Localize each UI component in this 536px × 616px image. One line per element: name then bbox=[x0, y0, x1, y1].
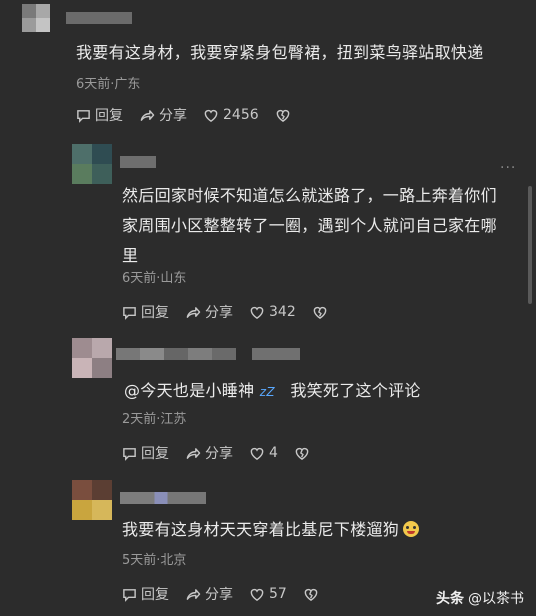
broken-heart-icon bbox=[276, 109, 289, 122]
like-button[interactable]: 57 bbox=[249, 586, 287, 602]
comment-text-body: 我要有这身材天天穿着比基尼下楼遛狗 bbox=[122, 520, 400, 539]
comment-text: 我要有这身材，我要穿紧身包臀裙，扭到菜鸟驿站取快递 bbox=[76, 43, 484, 62]
reply-icon bbox=[123, 306, 136, 320]
comment-actions: 回复 分享 342 bbox=[122, 302, 348, 322]
reply-icon bbox=[123, 588, 136, 602]
username-blurred[interactable] bbox=[66, 12, 132, 24]
like-count: 4 bbox=[269, 445, 278, 461]
share-icon bbox=[140, 109, 155, 121]
username-blurred-tag bbox=[252, 348, 300, 360]
heart-icon bbox=[250, 306, 264, 319]
share-label: 分享 bbox=[205, 587, 233, 603]
comment-text: 我要有这身材天天穿着比基尼下楼遛狗 bbox=[122, 517, 420, 543]
like-count: 57 bbox=[269, 586, 287, 602]
share-icon bbox=[186, 588, 201, 600]
share-button[interactable]: 分享 bbox=[185, 443, 233, 463]
comment-text: @今天也是小睡神 zZ 我笑死了这个评论 bbox=[124, 378, 421, 405]
username-blurred[interactable] bbox=[120, 492, 206, 504]
like-count: 342 bbox=[269, 304, 296, 320]
like-button[interactable]: 2456 bbox=[203, 107, 259, 123]
comment-text-line: 里 bbox=[122, 246, 139, 265]
broken-heart-icon bbox=[304, 588, 318, 601]
more-options-button[interactable]: ··· bbox=[500, 160, 516, 176]
share-label: 分享 bbox=[159, 108, 187, 124]
avatar[interactable] bbox=[72, 338, 112, 378]
share-button[interactable]: 分享 bbox=[185, 302, 233, 322]
like-button[interactable]: 4 bbox=[249, 445, 278, 461]
dislike-button[interactable] bbox=[303, 587, 323, 602]
heart-icon bbox=[204, 109, 218, 122]
share-icon bbox=[186, 447, 201, 459]
reply-button[interactable]: 回复 bbox=[122, 584, 169, 604]
comment-text-body: 我笑死了这个评论 bbox=[290, 381, 421, 400]
comment-text-line: 家周围小区整整转了一圈，遇到个人就问自己家在哪 bbox=[122, 216, 497, 235]
like-count: 2456 bbox=[223, 107, 259, 123]
comment-text-line: 然后回家时候不知道怎么就迷路了，一路上奔着你们 bbox=[122, 186, 497, 205]
reply-button[interactable]: 回复 bbox=[122, 302, 169, 322]
share-label: 分享 bbox=[205, 305, 233, 321]
comment-meta: 6天前·山东 bbox=[122, 271, 187, 286]
watermark: 头条 @以茶书 bbox=[436, 588, 524, 608]
share-icon bbox=[186, 306, 201, 318]
share-button[interactable]: 分享 bbox=[139, 105, 187, 125]
comment-actions: 回复 分享 2456 bbox=[76, 105, 311, 125]
reply-icon bbox=[123, 447, 136, 461]
reply-button[interactable]: 回复 bbox=[76, 105, 123, 125]
broken-heart-icon bbox=[313, 306, 327, 319]
toutiao-logo: 头条 bbox=[436, 591, 464, 607]
reply-button[interactable]: 回复 bbox=[122, 443, 169, 463]
avatar[interactable] bbox=[72, 144, 112, 184]
avatar[interactable] bbox=[22, 4, 62, 38]
watermark-account: @以茶书 bbox=[468, 591, 524, 607]
comment-meta: 6天前·广东 bbox=[76, 77, 141, 92]
comment-text: 然后回家时候不知道怎么就迷路了，一路上奔着你们 家周围小区整整转了一圈，遇到个人… bbox=[122, 183, 497, 269]
reply-label: 回复 bbox=[141, 446, 169, 462]
reply-icon bbox=[77, 109, 90, 123]
dislike-button[interactable] bbox=[294, 446, 314, 461]
dislike-button[interactable] bbox=[275, 108, 295, 123]
share-label: 分享 bbox=[205, 446, 233, 462]
comment-meta: 5天前·北京 bbox=[122, 553, 187, 568]
reply-label: 回复 bbox=[141, 587, 169, 603]
avatar[interactable] bbox=[72, 480, 112, 520]
comment-meta: 2天前·江苏 bbox=[122, 412, 187, 427]
mention-link[interactable]: @今天也是小睡神 bbox=[124, 381, 254, 400]
comment-actions: 回复 分享 57 bbox=[122, 584, 339, 604]
username-blurred[interactable] bbox=[116, 348, 236, 360]
reply-label: 回复 bbox=[141, 305, 169, 321]
sleep-emoji: zZ bbox=[259, 385, 275, 399]
broken-heart-icon bbox=[295, 447, 309, 460]
grinning-face-emoji bbox=[403, 521, 420, 537]
scrollbar[interactable] bbox=[528, 186, 532, 304]
share-button[interactable]: 分享 bbox=[185, 584, 233, 604]
comment-feed: 我要有这身材，我要穿紧身包臀裙，扭到菜鸟驿站取快递 6天前·广东 回复 分享 2… bbox=[0, 0, 536, 616]
heart-icon bbox=[250, 588, 264, 601]
reply-label: 回复 bbox=[95, 108, 123, 124]
username-blurred[interactable] bbox=[120, 156, 156, 168]
heart-icon bbox=[250, 447, 264, 460]
comment-actions: 回复 分享 4 bbox=[122, 443, 330, 463]
dislike-button[interactable] bbox=[312, 305, 332, 320]
like-button[interactable]: 342 bbox=[249, 304, 296, 320]
